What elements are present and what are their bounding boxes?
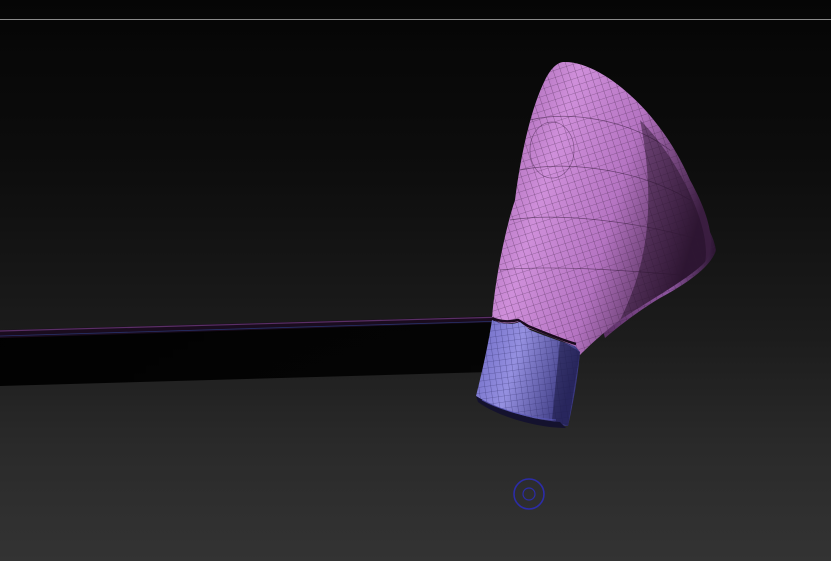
brush-cursor-icon <box>513 478 545 510</box>
3d-viewport[interactable] <box>0 0 831 561</box>
sleeve-upper-mesh <box>491 61 711 355</box>
viewport-scene[interactable] <box>0 0 831 561</box>
